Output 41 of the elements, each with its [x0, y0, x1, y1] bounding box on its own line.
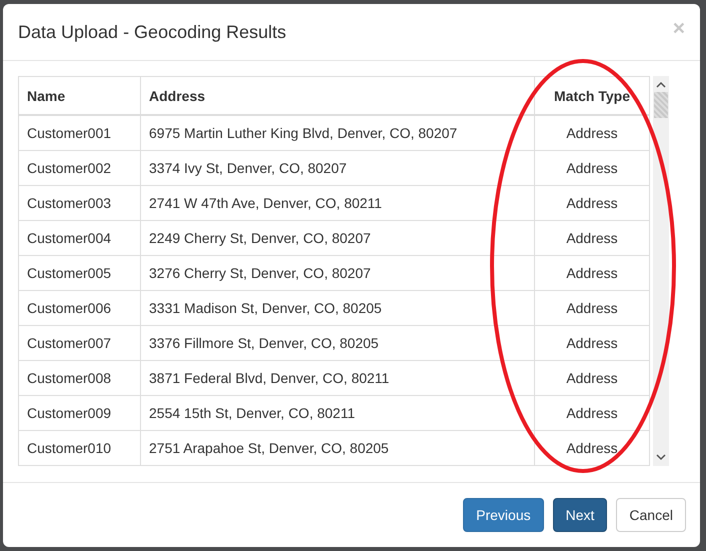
table-cell: 2249 Cherry St, Denver, CO, 80207	[140, 220, 534, 256]
table-cell: 3374 Ivy St, Denver, CO, 80207	[140, 150, 534, 186]
table-cell: 2751 Arapahoe St, Denver, CO, 80205	[140, 430, 534, 466]
table-cell: Customer008	[18, 360, 140, 396]
scroll-up-icon[interactable]	[656, 81, 666, 89]
table-cell: 6975 Martin Luther King Blvd, Denver, CO, 80207	[140, 115, 534, 150]
table-cell: Address	[534, 326, 650, 360]
table-cell: Customer006	[18, 290, 140, 326]
table-cell: 2554 15th St, Denver, CO, 80211	[140, 396, 534, 430]
table-cell: 3376 Fillmore St, Denver, CO, 80205	[140, 326, 534, 360]
scrollbar[interactable]	[653, 76, 669, 466]
table-cell: Customer007	[18, 326, 140, 360]
column-header: Match Type	[534, 76, 650, 115]
table-cell: Customer003	[18, 186, 140, 220]
table-cell: Customer002	[18, 150, 140, 186]
table-cell: Address	[534, 396, 650, 430]
table-cell: 3276 Cherry St, Denver, CO, 80207	[140, 256, 534, 290]
nav-button[interactable]: Previous	[463, 498, 544, 532]
table-cell: Address	[534, 150, 650, 186]
table-cell: Address	[534, 186, 650, 220]
table-cell: Address	[534, 256, 650, 290]
table-cell: Address	[534, 360, 650, 396]
table-cell: 2741 W 47th Ave, Denver, CO, 80211	[140, 186, 534, 220]
table-cell: Address	[534, 220, 650, 256]
table-cell: Address	[534, 430, 650, 466]
table-cell: Customer004	[18, 220, 140, 256]
table-cell: 3871 Federal Blvd, Denver, CO, 80211	[140, 360, 534, 396]
column-header: Address	[140, 76, 534, 115]
cancel-button[interactable]: Cancel	[616, 498, 686, 532]
scroll-down-icon[interactable]	[656, 453, 666, 461]
table-cell: Address	[534, 115, 650, 150]
table-cell: Customer009	[18, 396, 140, 430]
nav-button[interactable]: Next	[552, 498, 608, 532]
table-cell: Customer010	[18, 430, 140, 466]
column-header: Name	[18, 76, 140, 115]
table-cell: Customer001	[18, 115, 140, 150]
scrollbar-thumb[interactable]	[654, 92, 668, 118]
dialog-title: Data Upload - Geocoding Results	[18, 22, 286, 42]
table-cell: Address	[534, 290, 650, 326]
table-cell: 3331 Madison St, Denver, CO, 80205	[140, 290, 534, 326]
table-cell: Customer005	[18, 256, 140, 290]
